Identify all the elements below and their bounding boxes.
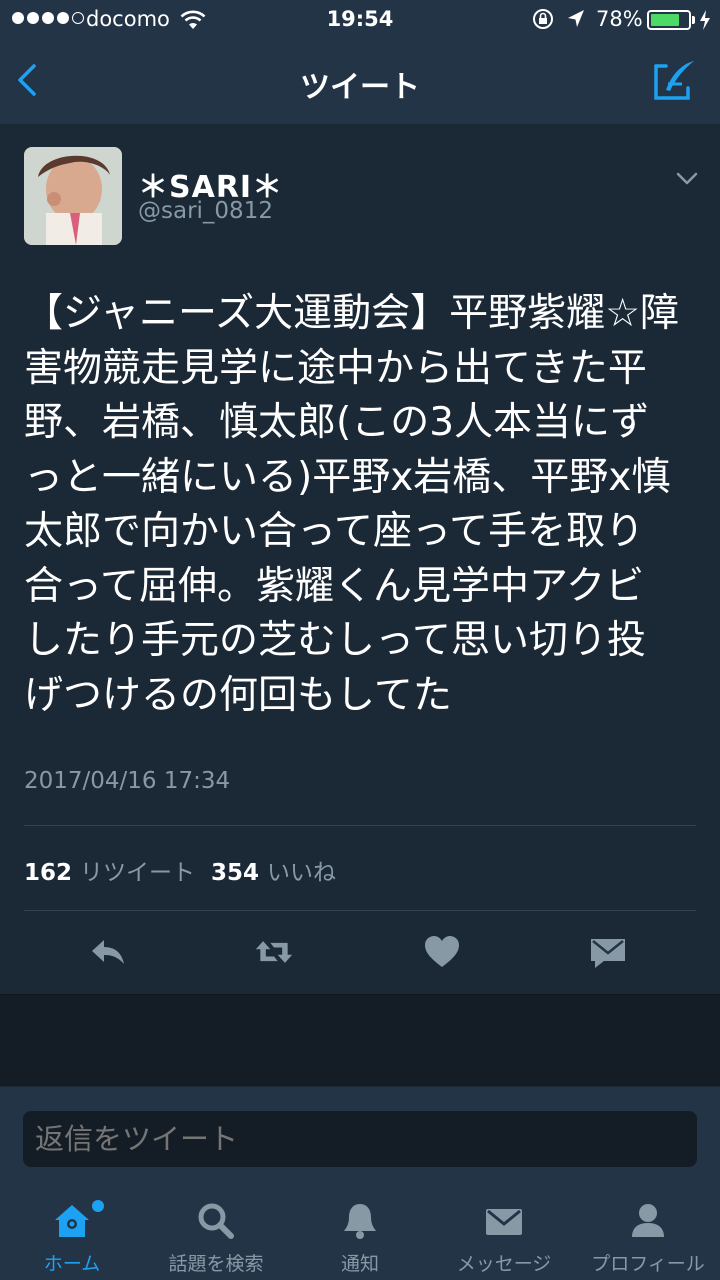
battery-icon [647, 10, 691, 30]
battery-percentage: 78% [596, 7, 643, 31]
chevron-down-icon[interactable] [676, 172, 698, 186]
tweet-text-line: っと一緒にいる)平野x岩橋、平野x慎 [24, 454, 671, 500]
tab-home[interactable]: ホーム [0, 1181, 144, 1280]
like-icon[interactable] [422, 932, 462, 972]
tweet-timestamp: 2017/04/16 17:34 [24, 768, 231, 794]
tab-label: 通知 [340, 1253, 379, 1275]
bell-icon [344, 1204, 376, 1239]
direct-message-icon[interactable] [588, 932, 628, 972]
battery-level [651, 14, 680, 26]
tweet-text: 【ジャニーズ大運動会】平野紫耀☆障 害物競走見学に途中から出てきた平 野、岩橋、… [24, 287, 704, 723]
tweet-text-line: 害物競走見学に途中から出てきた平 [24, 345, 647, 391]
tweet-stats[interactable]: 162 リツイート 354 いいね [24, 853, 336, 887]
empty-area [0, 994, 720, 1086]
tab-bar: ホーム 話題を検索 通知 メッセージ プロフィール [0, 1181, 720, 1280]
reply-icon[interactable] [88, 932, 128, 972]
tweet-text-line: 合って屈伸。紫耀くん見学中アクビ [24, 563, 645, 609]
status-bar: docomo 19:54 78% [0, 0, 720, 40]
rotation-lock-icon [533, 9, 553, 29]
retweet-count[interactable]: 162 [24, 860, 72, 886]
like-count[interactable]: 354 [211, 860, 259, 886]
tab-label: メッセージ [456, 1253, 552, 1275]
tab-label: プロフィール [591, 1253, 705, 1275]
envelope-icon [486, 1209, 522, 1235]
location-icon [568, 10, 584, 27]
tab-profile[interactable]: プロフィール [576, 1181, 720, 1280]
compose-tweet-icon[interactable] [652, 58, 698, 102]
retweet-icon[interactable] [254, 932, 294, 972]
tweet-text-line: げつけるの何回もしてた [24, 672, 452, 718]
search-icon [198, 1203, 234, 1239]
page-title: ツイート [300, 70, 420, 105]
tweet-text-line: したり手元の芝むしって思い切り投 [24, 618, 647, 663]
retweet-label[interactable]: リツイート [80, 853, 195, 887]
home-badge-dot [92, 1200, 104, 1212]
tab-notifications[interactable]: 通知 [288, 1181, 432, 1280]
avatar-image [24, 147, 122, 245]
battery-cap [692, 16, 695, 24]
charging-icon [700, 10, 710, 30]
profile-icon [632, 1204, 664, 1237]
top-bar: docomo 19:54 78% ツイート [0, 0, 720, 124]
home-icon [55, 1205, 89, 1237]
reply-input[interactable] [23, 1111, 697, 1167]
tab-messages[interactable]: メッセージ [432, 1181, 576, 1280]
tweet-text-line: 【ジャニーズ大運動会】平野紫耀☆障 [24, 291, 680, 336]
divider [24, 825, 696, 826]
like-label[interactable]: いいね [267, 853, 336, 887]
tab-label: ホーム [43, 1253, 101, 1275]
tweet-text-line: 野、岩橋、慎太郎(この3人本当にず [24, 400, 650, 445]
tweet-text-line: 太郎で向かい合って座って手を取り [24, 509, 645, 554]
user-handle[interactable]: @sari_0812 [138, 198, 273, 224]
tab-label: 話題を検索 [168, 1253, 264, 1275]
divider [24, 910, 696, 911]
avatar[interactable] [24, 147, 122, 245]
tab-search[interactable]: 話題を検索 [144, 1181, 288, 1280]
